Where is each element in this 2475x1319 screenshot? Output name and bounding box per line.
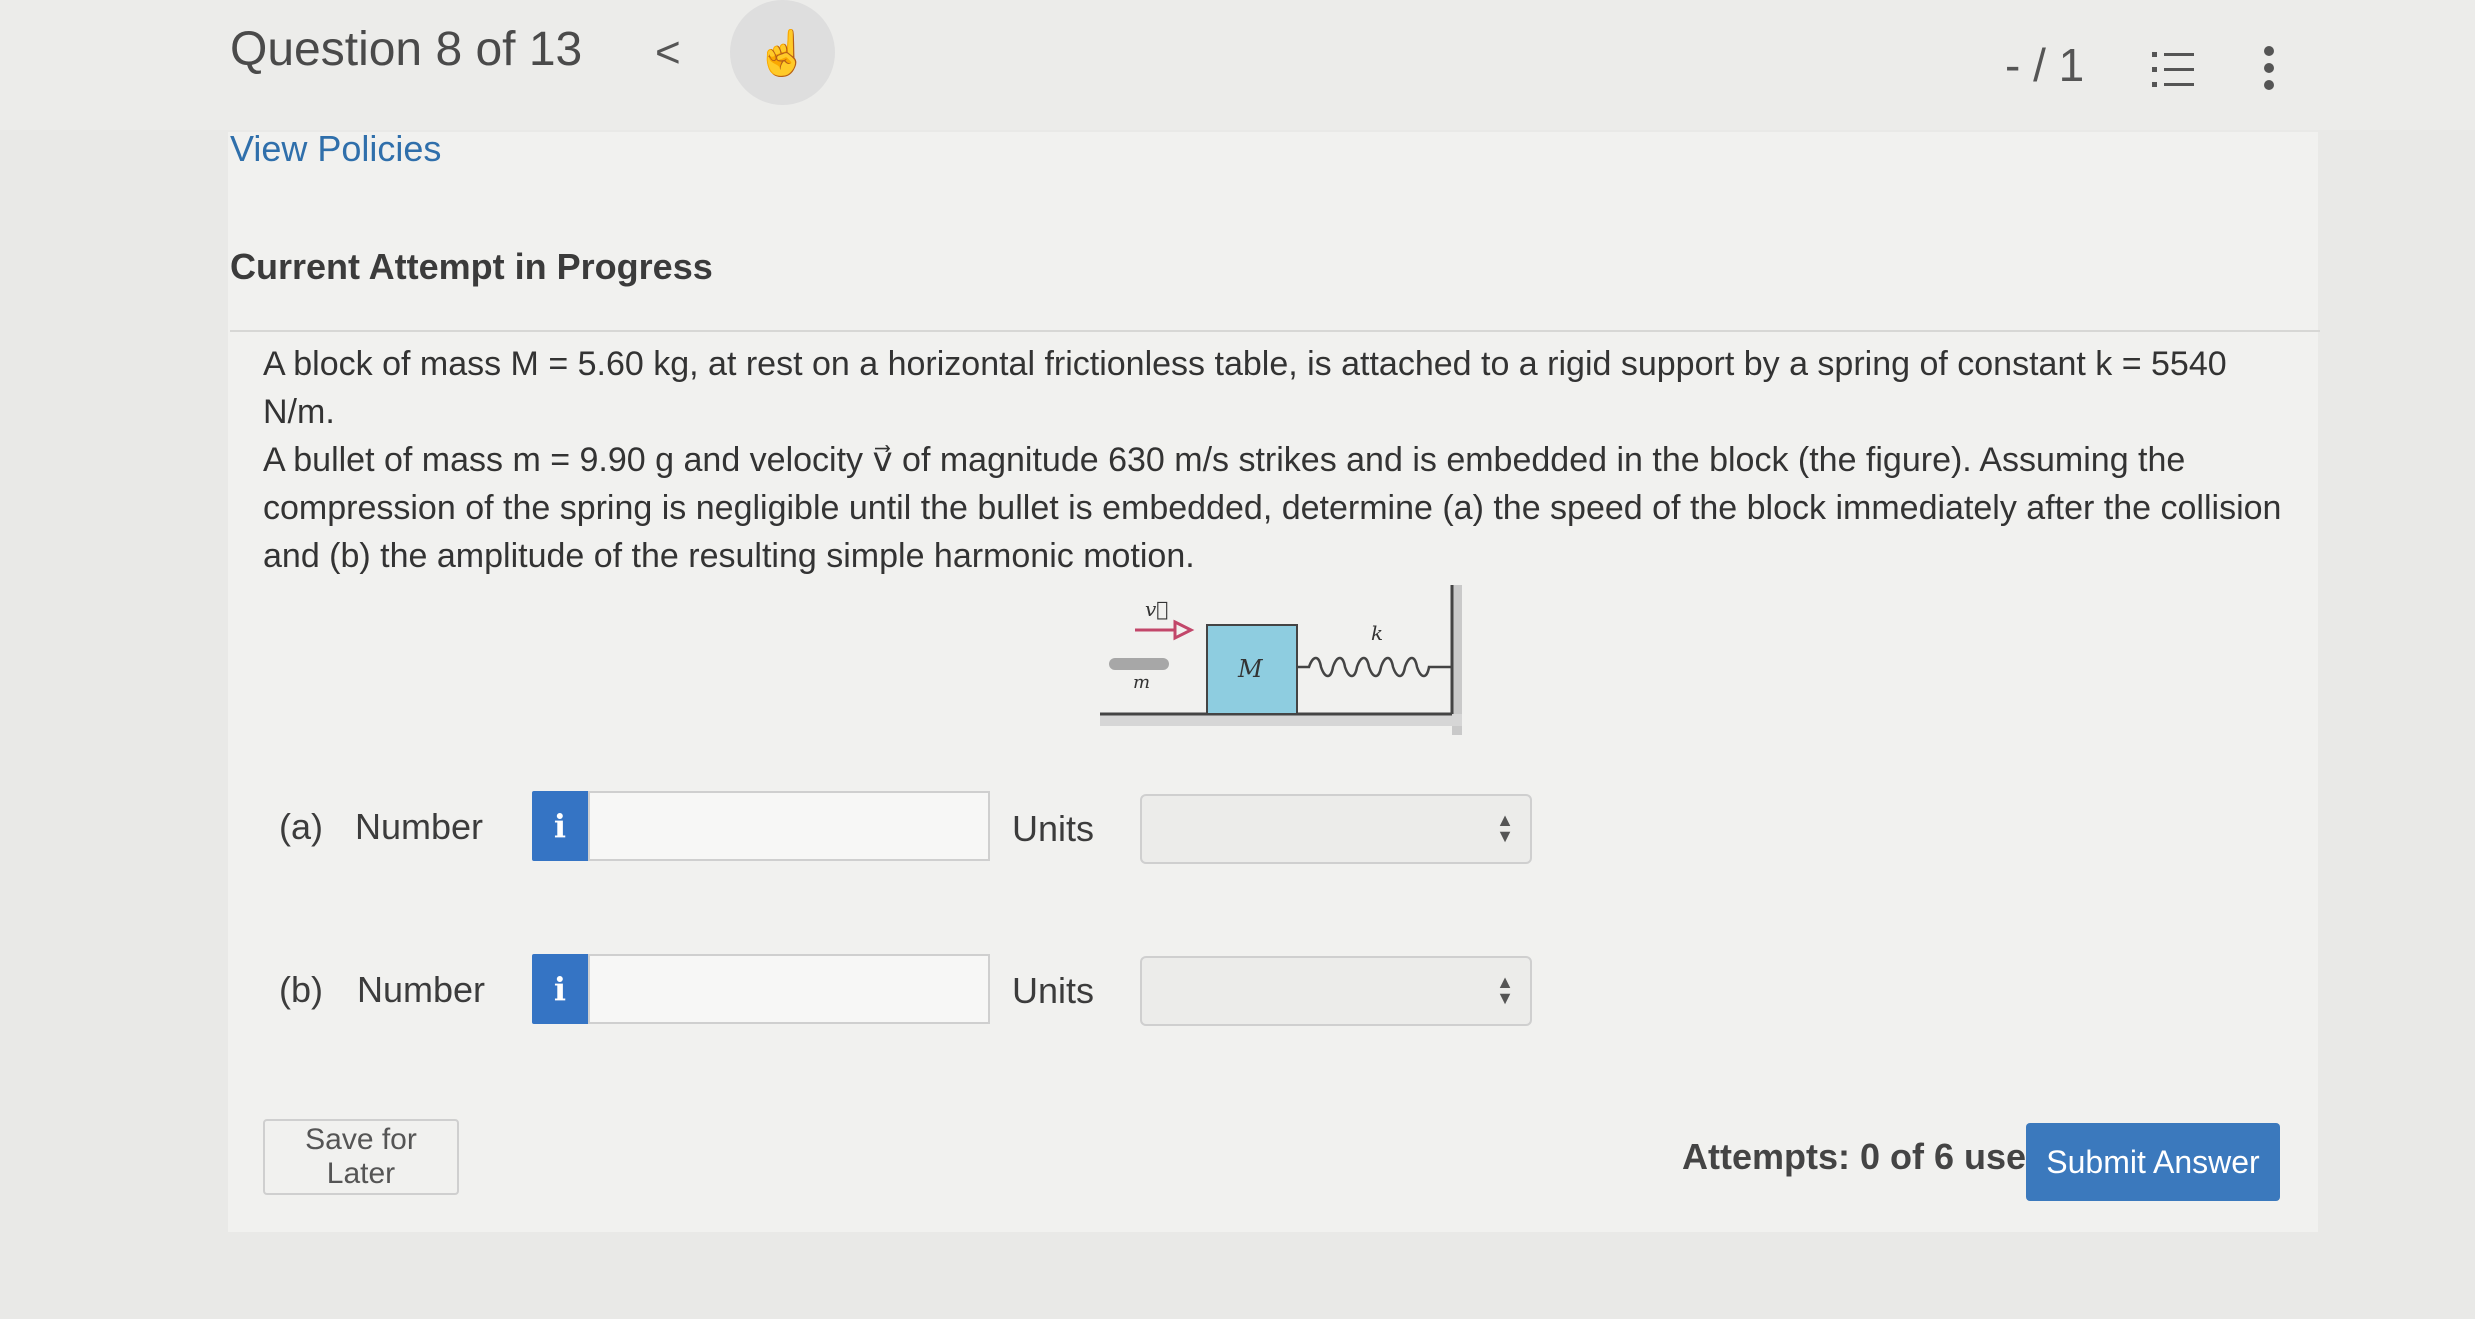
part-a-number-input[interactable]	[588, 791, 990, 861]
more-vertical-icon[interactable]	[2262, 45, 2276, 91]
bullet-mass-label: m	[1133, 672, 1150, 693]
attempts-counter: Attempts: 0 of 6 used	[1682, 1136, 2049, 1177]
spring-constant-label: k	[1371, 621, 1383, 645]
problem-line: compression of the spring is negligible …	[263, 489, 2282, 527]
score-display: - / 1	[2005, 39, 2085, 91]
spring	[1297, 656, 1452, 678]
problem-line: A block of mass M = 5.60 kg, at rest on …	[263, 345, 2227, 431]
hand-pointer-icon: ☝	[755, 28, 810, 78]
block-mass-label: M	[1237, 655, 1264, 683]
part-a-info-button[interactable]: i	[532, 791, 588, 861]
part-b-label: (b)	[279, 969, 323, 1010]
question-counter: Question 8 of 13	[230, 23, 583, 76]
part-b-units-label: Units	[1012, 970, 1095, 1011]
part-a-label: (a)	[279, 806, 323, 847]
next-question-button[interactable]: ☝	[730, 0, 835, 105]
save-for-later-button[interactable]: Save for Later	[263, 1119, 459, 1195]
list-numbered-icon[interactable]	[2150, 50, 2196, 90]
view-policies-link[interactable]: View Policies	[230, 128, 441, 170]
submit-answer-button[interactable]: Submit Answer	[2026, 1123, 2280, 1201]
problem-line: and (b) the amplitude of the resulting s…	[263, 537, 1195, 575]
attempt-heading: Current Attempt in Progress	[230, 246, 713, 287]
bullet-block-spring-figure: v⃗ m M k	[1100, 585, 1462, 735]
part-b-units-select[interactable]: ▲ ▼	[1140, 956, 1532, 1026]
part-a-units-label: Units	[1012, 808, 1095, 849]
select-arrows-icon: ▲ ▼	[1496, 810, 1514, 846]
part-a-number-label: Number	[355, 806, 484, 847]
divider	[230, 330, 2320, 332]
velocity-arrowhead	[1173, 619, 1195, 641]
velocity-label: v⃗	[1145, 597, 1168, 621]
table-surface	[1100, 714, 1462, 726]
part-a-units-select[interactable]: ▲ ▼	[1140, 794, 1532, 864]
previous-question-button[interactable]: <	[655, 28, 681, 78]
problem-statement: A block of mass M = 5.60 kg, at rest on …	[263, 340, 2303, 580]
part-b-number-label: Number	[357, 969, 486, 1010]
select-arrows-icon: ▲ ▼	[1496, 972, 1514, 1008]
problem-line: A bullet of mass m = 9.90 g and velocity…	[263, 441, 2186, 479]
part-b-info-button[interactable]: i	[532, 954, 588, 1024]
part-b-number-input[interactable]	[588, 954, 990, 1024]
bullet	[1109, 658, 1169, 670]
